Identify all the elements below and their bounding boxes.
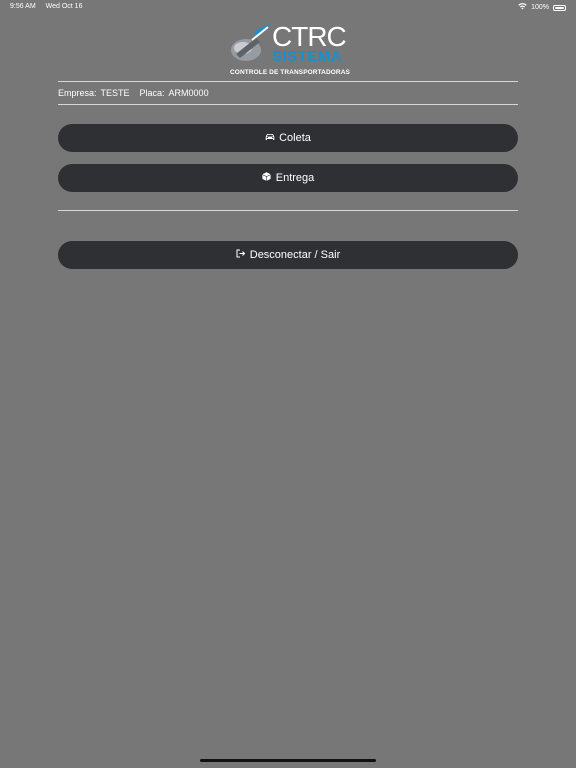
car-icon	[265, 132, 275, 142]
status-bar: 9:56 AM Wed Oct 16 100%	[0, 0, 576, 14]
coleta-button[interactable]: Coleta	[58, 124, 518, 152]
battery-percent: 100%	[531, 4, 549, 11]
box-icon	[262, 172, 272, 182]
coleta-label: Coleta	[279, 132, 311, 144]
status-date: Wed Oct 16	[45, 3, 83, 10]
home-indicator[interactable]	[200, 759, 376, 762]
empresa-value: TESTE	[100, 88, 130, 98]
entrega-label: Entrega	[275, 172, 315, 184]
logo-subtitle: SISTEMA	[272, 48, 343, 65]
wifi-icon	[518, 3, 527, 12]
logo-tagline: CONTROLE DE TRANSPORTADORAS	[230, 69, 350, 76]
battery-icon	[553, 4, 566, 11]
placa-value: ARM0000	[168, 88, 209, 98]
empresa-label: Empresa:	[58, 88, 97, 98]
ctrc-logo: CTRC SISTEMA CONTROLE DE TRANSPORTADORAS	[228, 22, 350, 78]
divider-top	[58, 81, 518, 82]
sign-out-icon	[236, 249, 246, 259]
logout-button[interactable]: Desconectar / Sair	[58, 241, 518, 269]
status-time: 9:56 AM	[10, 3, 36, 10]
divider-info	[58, 104, 518, 105]
placa-label: Placa:	[139, 88, 165, 98]
session-info: Empresa: TESTE Placa: ARM0000	[58, 88, 209, 98]
truck-logo-icon	[231, 24, 270, 61]
divider-actions	[58, 210, 518, 211]
logout-label: Desconectar / Sair	[249, 249, 341, 261]
status-left: 9:56 AM Wed Oct 16	[10, 3, 82, 10]
status-right: 100%	[518, 3, 566, 12]
entrega-button[interactable]: Entrega	[58, 164, 518, 192]
